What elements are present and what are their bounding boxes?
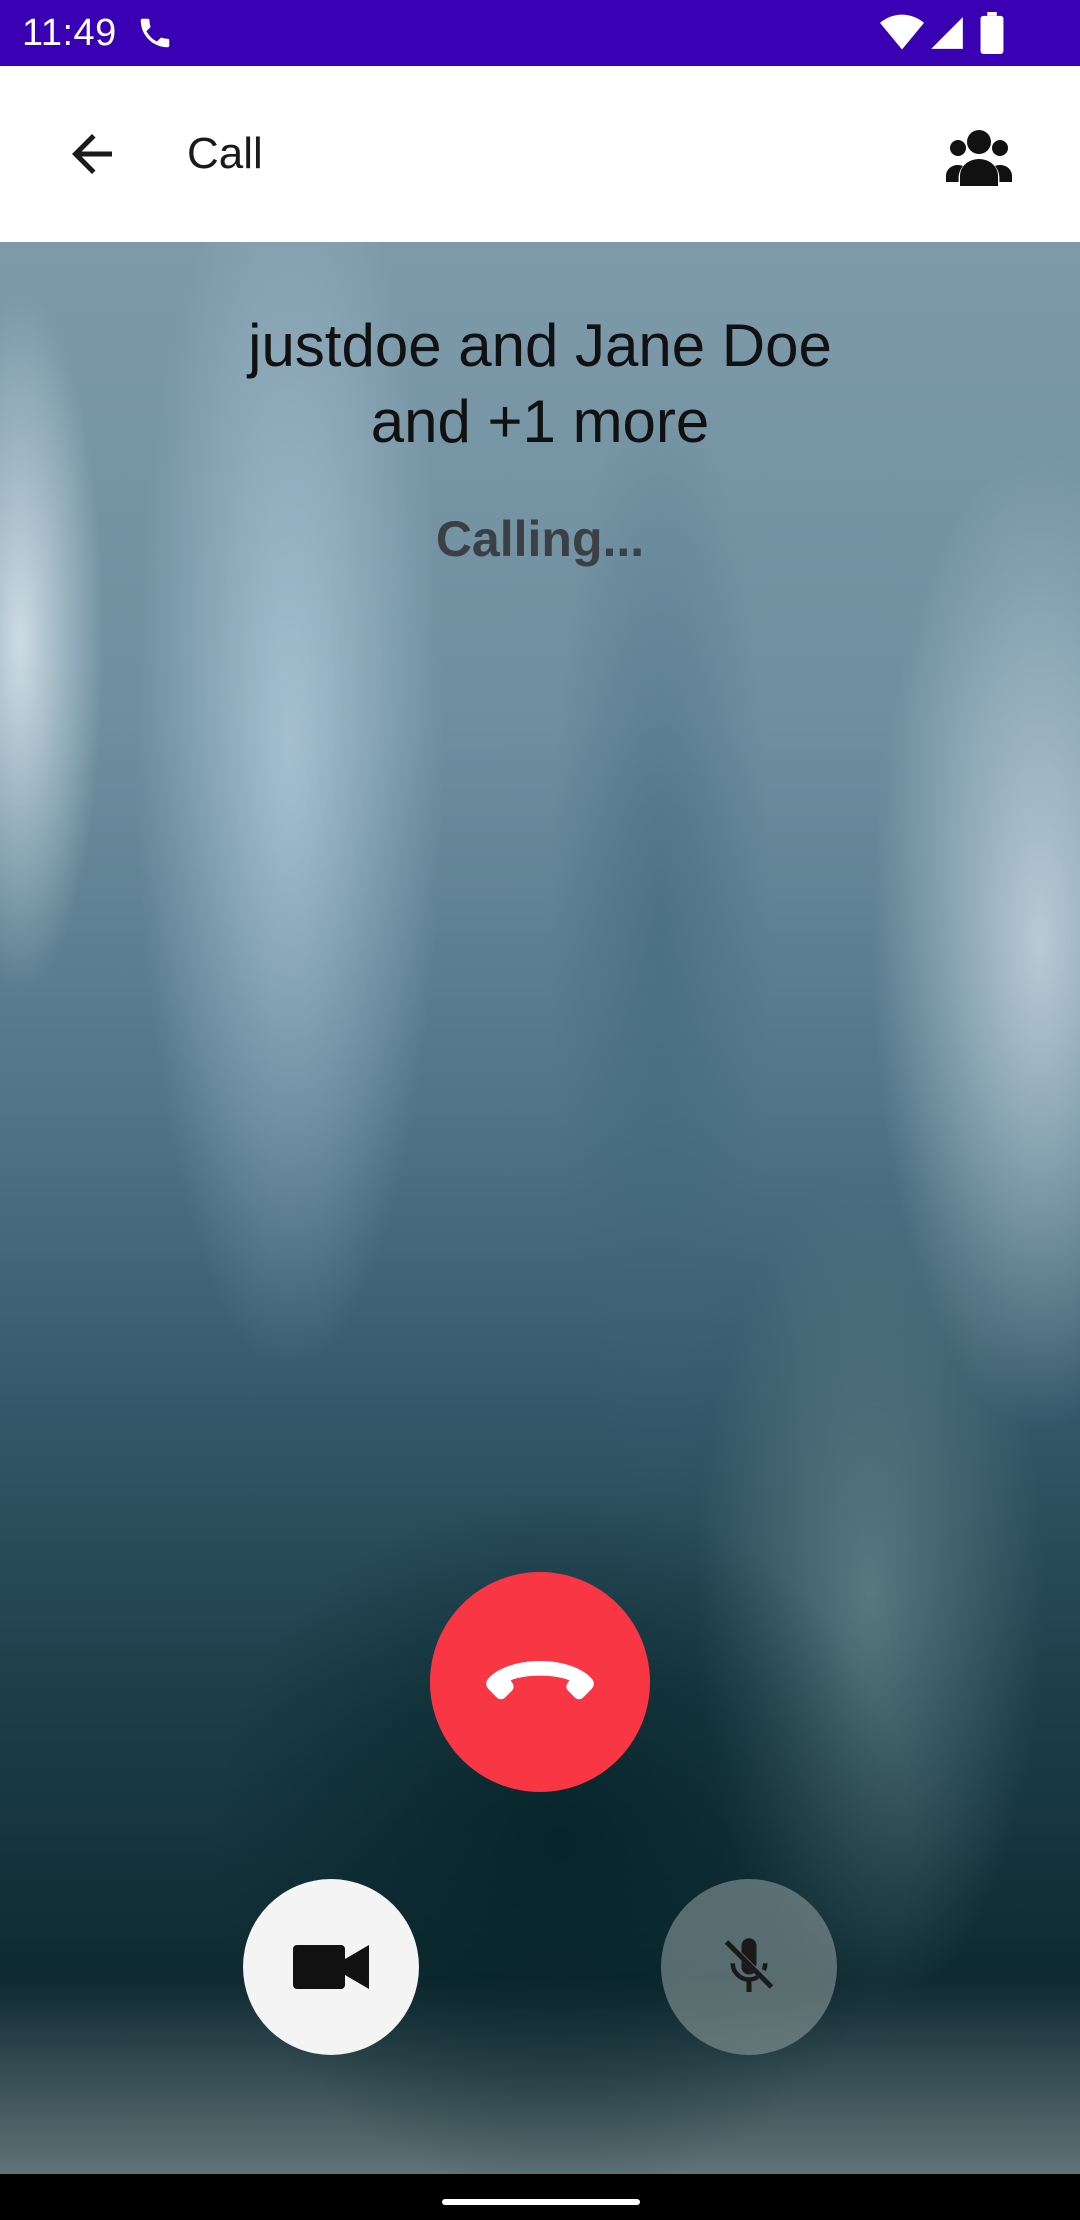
cell-signal-icon <box>931 17 963 49</box>
call-end-icon <box>486 1661 594 1700</box>
call-status: Calling... <box>435 511 645 567</box>
videocam-icon <box>293 1945 369 1989</box>
phone-call-icon <box>140 18 170 48</box>
caller-names-line2: and +1 more <box>370 388 710 455</box>
battery-icon <box>980 12 1004 54</box>
mic-toggle-button[interactable] <box>661 1879 837 2055</box>
caller-names: justdoe and Jane Doe and +1 more <box>140 308 940 460</box>
status-bar: 11:49 <box>0 0 1080 66</box>
wifi-icon <box>880 14 924 50</box>
call-background: justdoe and Jane Doe and +1 more Calling… <box>0 242 1080 2174</box>
caller-names-line1: justdoe and Jane Doe <box>248 312 832 379</box>
hangup-button[interactable] <box>430 1572 650 1792</box>
status-time: 11:49 <box>22 12 117 54</box>
arrow-left-icon <box>72 134 112 174</box>
app-bar: Call <box>0 66 1080 242</box>
video-toggle-button[interactable] <box>243 1879 419 2055</box>
call-screen: 11:49 Call justdoe and Jane Doe and +1 m… <box>0 0 1080 2220</box>
home-handle[interactable] <box>442 2199 640 2205</box>
group-icon <box>946 130 1012 186</box>
page-title: Call <box>187 129 263 178</box>
navigation-bar <box>0 2174 1080 2220</box>
back-button[interactable] <box>50 112 134 196</box>
mic-off-icon <box>724 1938 774 1992</box>
participants-button[interactable] <box>940 118 1018 196</box>
